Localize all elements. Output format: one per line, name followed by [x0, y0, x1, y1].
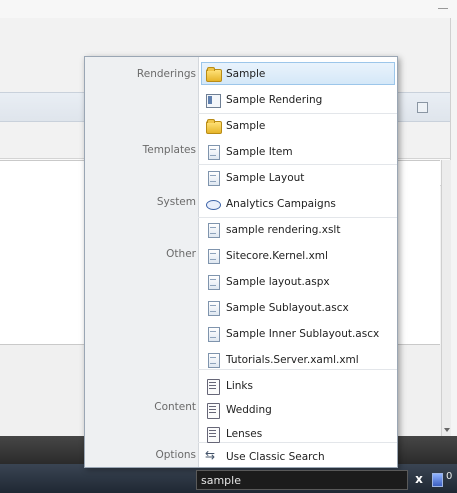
document-icon	[205, 170, 221, 186]
classic-search-icon	[205, 448, 221, 465]
result-item-tutorials-server-xaml-xml[interactable]: Tutorials.Server.xaml.xml	[202, 349, 394, 371]
folder-icon	[205, 66, 222, 82]
result-item-label: Analytics Campaigns	[226, 198, 336, 210]
search-input[interactable]	[197, 473, 407, 487]
background-top-strip	[0, 0, 457, 20]
background-scrollbar[interactable]	[441, 160, 451, 436]
document-icon	[205, 144, 221, 160]
category-label-other: Other	[166, 248, 196, 260]
result-item-label: Sample Item	[226, 146, 293, 158]
folder-icon	[205, 118, 222, 134]
background-corner-glyph	[438, 8, 448, 15]
ellipse-icon	[205, 196, 221, 212]
result-item-links[interactable]: Links	[202, 375, 394, 397]
group-divider	[198, 164, 397, 165]
category-label-system: System	[156, 196, 196, 208]
result-item-sample-sublayout-ascx[interactable]: Sample Sublayout.ascx	[202, 297, 394, 319]
category-label-options: Options	[155, 449, 196, 461]
result-item-sample-layout[interactable]: Sample Layout	[202, 167, 394, 189]
group-divider	[198, 217, 397, 218]
search-box	[196, 470, 408, 490]
result-item-sample-template-folder[interactable]: Sample	[202, 115, 394, 137]
category-label-content: Content	[154, 401, 196, 413]
document-icon	[205, 248, 221, 264]
document-icon	[205, 274, 221, 290]
clear-search-button[interactable]: x	[412, 471, 426, 487]
result-item-label: Sample	[226, 120, 266, 132]
tray-text: 0	[446, 471, 453, 482]
category-label-renderings: Renderings	[136, 68, 196, 80]
result-item-lenses[interactable]: Lenses	[202, 423, 394, 445]
group-divider	[198, 113, 397, 114]
result-item-label: sample rendering.xslt	[226, 224, 341, 236]
collapse-button[interactable]	[417, 102, 428, 113]
result-item-label: Sample Rendering	[226, 94, 323, 106]
page-icon	[205, 378, 221, 395]
use-classic-search-option[interactable]: Use Classic Search	[202, 446, 394, 468]
result-item-label: Lenses	[226, 428, 263, 440]
result-item-label: Sample	[226, 67, 266, 80]
result-item-label: Tutorials.Server.xaml.xml	[226, 354, 359, 366]
result-item-sample-rendering-folder[interactable]: Sample	[201, 62, 395, 85]
result-item-label: Sample Inner Sublayout.ascx	[226, 328, 380, 340]
document-icon	[205, 222, 221, 238]
result-item-sitecore-kernel-xml[interactable]: Sitecore.Kernel.xml	[202, 245, 394, 267]
page-icon	[205, 426, 221, 443]
tray-icon[interactable]	[432, 473, 443, 487]
search-results-popup: Renderings Templates System Other Conten…	[84, 56, 398, 468]
document-icon	[205, 352, 221, 368]
page-icon	[205, 402, 221, 419]
result-item-label: Links	[226, 380, 253, 392]
option-label: Use Classic Search	[226, 451, 325, 463]
document-icon	[205, 300, 221, 316]
result-item-label: Sitecore.Kernel.xml	[226, 250, 328, 262]
result-item-sample-layout-aspx[interactable]: Sample layout.aspx	[202, 271, 394, 293]
scroll-down-arrow-icon[interactable]	[444, 428, 450, 432]
result-item-label: Sample layout.aspx	[226, 276, 330, 288]
result-item-wedding[interactable]: Wedding	[202, 399, 394, 421]
result-item-sample-rendering[interactable]: Sample Rendering	[202, 89, 394, 111]
result-item-label: Wedding	[226, 404, 272, 416]
result-item-analytics-campaigns[interactable]: Analytics Campaigns	[202, 193, 394, 215]
result-item-sample-rendering-xslt[interactable]: sample rendering.xslt	[202, 219, 394, 241]
result-item-label: Sample Layout	[226, 172, 305, 184]
result-item-sample-item[interactable]: Sample Item	[202, 141, 394, 163]
document-icon	[205, 326, 221, 342]
result-item-sample-inner-sublayout-ascx[interactable]: Sample Inner Sublayout.ascx	[202, 323, 394, 345]
category-label-templates: Templates	[142, 144, 196, 156]
result-item-label: Sample Sublayout.ascx	[226, 302, 349, 314]
rendering-icon	[205, 92, 221, 108]
